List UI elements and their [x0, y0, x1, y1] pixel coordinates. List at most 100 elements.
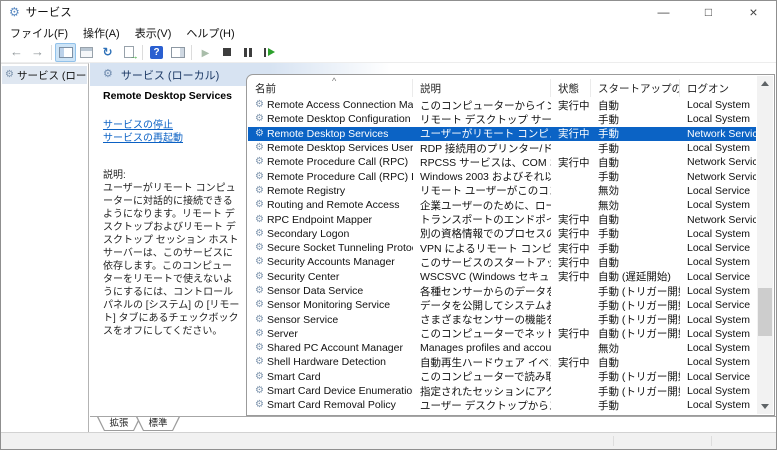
start-service-button[interactable]: [195, 43, 216, 62]
cell-name: ⚙Secure Socket Tunneling Protoco...: [248, 241, 413, 255]
cell-status: 実行中: [558, 228, 590, 241]
minimize-button[interactable]: —: [641, 1, 686, 23]
service-row[interactable]: ⚙ Remote Procedure Call (RPC) RPCSS サービスは、…: [248, 155, 756, 169]
cell-startup-type: 自動: [598, 357, 619, 369]
restart-service-link[interactable]: サービスの再起動: [103, 132, 244, 145]
cell-name: ⚙ Server: [248, 327, 413, 341]
cell-log-on-as: Local System: [687, 327, 751, 340]
service-name-text: Smart Card Removal Policy: [266, 399, 396, 412]
cell-name: ⚙ Remote Registry: [248, 184, 413, 198]
vertical-scrollbar[interactable]: [757, 76, 773, 414]
cell-log-on-as: Local Service: [687, 184, 751, 197]
column-header-description[interactable]: 説明: [413, 79, 551, 97]
cell-startup-type: 無効: [598, 342, 619, 355]
tree-item-services-local[interactable]: ⚙ サービス (ローカル): [2, 66, 87, 84]
service-gear-icon: ⚙: [255, 170, 264, 182]
cell-log-on-as: Local System: [687, 356, 751, 369]
pause-service-button[interactable]: [237, 43, 258, 62]
title-bar: ⚙ サービス — □ ×: [1, 1, 776, 23]
stop-service-link[interactable]: サービスの停止: [103, 119, 244, 132]
menu-help[interactable]: ヘルプ(H): [179, 25, 242, 41]
service-gear-icon: ⚙: [255, 285, 264, 296]
service-gear-icon: ⚙: [255, 385, 264, 397]
scroll-down-button[interactable]: [757, 399, 773, 414]
cell-startup-type: 手動 (トリガー開始): [598, 314, 680, 327]
service-row[interactable]: ⚙Security Accounts Manager このサービスのスタートアップ…: [248, 255, 756, 269]
service-row[interactable]: ⚙Smart Card このコンピューターで読み取られたス... 手動 (トリガー開…: [248, 370, 756, 384]
service-row[interactable]: ⚙Secure Socket Tunneling Protoco... VPN に…: [248, 241, 756, 255]
service-action-links: サービスの停止 サービスの再起動: [103, 119, 244, 145]
service-row[interactable]: ⚙ Remote Desktop Configuration リモート デスクトップ…: [248, 112, 756, 126]
service-row[interactable]: ⚙Routing and Remote Access 企業ユーザーのために、ローカ…: [248, 198, 756, 212]
action-pane-button[interactable]: [167, 43, 188, 62]
cell-description: 企業ユーザーのために、ローカル エリ...: [420, 199, 551, 212]
service-name-text: Routing and Remote Access: [266, 199, 400, 212]
service-name-text: Sensor Data Service: [266, 285, 364, 297]
service-row[interactable]: ⚙Remote Procedure Call (RPC) Loc... Windo…: [248, 169, 756, 184]
console-tree: ⚙ サービス (ローカル): [1, 63, 89, 432]
list-header: ^ 名前説明状態スタートアップの種類ログオン: [248, 76, 756, 97]
cell-startup-type: 無効: [598, 185, 619, 198]
service-row[interactable]: ⚙Remote Desktop Services ユーザーがリモート コンピュータ…: [248, 126, 756, 141]
cell-log-on-as: Network Service: [687, 156, 756, 169]
service-row[interactable]: ⚙Remote Desktop Services UserMo... RDP 接続…: [248, 141, 756, 155]
service-row[interactable]: ⚙Smart Card Device Enumeration S... 指定された…: [248, 384, 756, 398]
selected-service-name: Remote Desktop Services: [103, 90, 232, 102]
cell-startup-type: 手動 (トリガー開始): [598, 299, 680, 312]
service-row[interactable]: ⚙Smart Card Removal Policy ユーザー デスクトップからス…: [248, 398, 756, 412]
forward-arrow-button[interactable]: [27, 43, 48, 62]
cell-description: 指定されたセッションにアクセスでき...: [420, 385, 551, 398]
close-button[interactable]: ×: [731, 1, 776, 23]
service-name-text: Remote Registry: [266, 184, 346, 197]
tab-standard[interactable]: 標準: [136, 417, 180, 431]
help-button[interactable]: [146, 43, 167, 62]
properties-dialog-button[interactable]: [76, 43, 97, 62]
cell-name: ⚙ Security Accounts Manager: [248, 255, 413, 269]
scrollbar-thumb[interactable]: [758, 288, 772, 336]
stop-service-button[interactable]: [216, 43, 237, 62]
cell-name: ⚙ Remote Procedure Call (RPC): [248, 155, 413, 169]
restart-service-button[interactable]: [258, 43, 279, 62]
console-tree-button[interactable]: [55, 42, 76, 62]
service-row[interactable]: ⚙Security Center WSCSVC (Windows セキュリティ..…: [248, 270, 756, 284]
cell-startup-type: 手動: [598, 228, 619, 241]
cell-status: 実行中: [558, 328, 590, 341]
service-gear-icon: ⚙: [255, 213, 264, 225]
service-row[interactable]: ⚙ Remote Access Connection Man... このコンピュータ…: [248, 98, 756, 112]
service-row[interactable]: ⚙Server このコンピューターでネットワークをと... 実行中自動 (トリガー開…: [248, 327, 756, 341]
refresh-button[interactable]: [97, 43, 118, 62]
menu-file[interactable]: ファイル(F): [3, 25, 76, 41]
column-header-status[interactable]: 状態: [551, 79, 591, 97]
maximize-button[interactable]: □: [686, 1, 731, 23]
cell-name: ⚙ Secondary Logon: [248, 227, 413, 241]
service-row[interactable]: ⚙Sensor Monitoring Service データを公開してシステムおよ…: [248, 298, 756, 312]
service-row[interactable]: ⚙Shell Hardware Detection 自動再生ハードウェア イベント…: [248, 355, 756, 369]
back-arrow-button[interactable]: [6, 43, 27, 62]
detail-pane-header-label: サービス (ローカル): [120, 69, 220, 82]
service-gear-icon: ⚙: [255, 299, 264, 311]
service-name-text: Security Accounts Manager: [266, 256, 395, 269]
column-header-log-on-as[interactable]: ログオン: [680, 79, 756, 97]
service-gear-icon: ⚙: [255, 327, 264, 339]
cell-description: 別の資格情報でのプロセスの開始...: [420, 228, 551, 241]
tab-extended[interactable]: 拡張: [97, 417, 141, 431]
menu-action[interactable]: 操作(A): [76, 25, 128, 41]
menu-view[interactable]: 表示(V): [128, 25, 180, 41]
service-row[interactable]: ⚙Remote Registry リモート ユーザーがこのコンピューター... 無効…: [248, 184, 756, 198]
scroll-up-button[interactable]: [757, 76, 773, 91]
cell-log-on-as: Local System: [687, 256, 751, 269]
service-gear-icon: ⚙: [255, 227, 264, 239]
service-row[interactable]: ⚙Secondary Logon 別の資格情報でのプロセスの開始... 実行中手動 L…: [248, 227, 756, 241]
cell-description: ユーザー デスクトップからスマート カ...: [420, 399, 551, 412]
window-controls: — □ ×: [641, 1, 776, 23]
service-row[interactable]: ⚙Sensor Data Service 各種センサーからのデータを配信 手動 (ト…: [248, 284, 756, 298]
service-row[interactable]: ⚙RPC Endpoint Mapper トランスポートのエンドポイントに対す..…: [248, 212, 756, 227]
service-row[interactable]: ⚙ Shared PC Account Manager Manages profil…: [248, 341, 756, 355]
cell-status: 実行中: [558, 271, 590, 284]
export-list-button[interactable]: [118, 43, 139, 62]
services-gear-icon: ⚙: [5, 69, 14, 80]
column-header-name[interactable]: 名前: [248, 79, 413, 97]
column-header-startup-type[interactable]: スタートアップの種類: [591, 79, 680, 97]
service-row[interactable]: ⚙Sensor Service さまざまなセンサーの機能を管理す... 手動 (トリ…: [248, 312, 756, 327]
service-gear-icon: ⚙: [255, 199, 264, 211]
